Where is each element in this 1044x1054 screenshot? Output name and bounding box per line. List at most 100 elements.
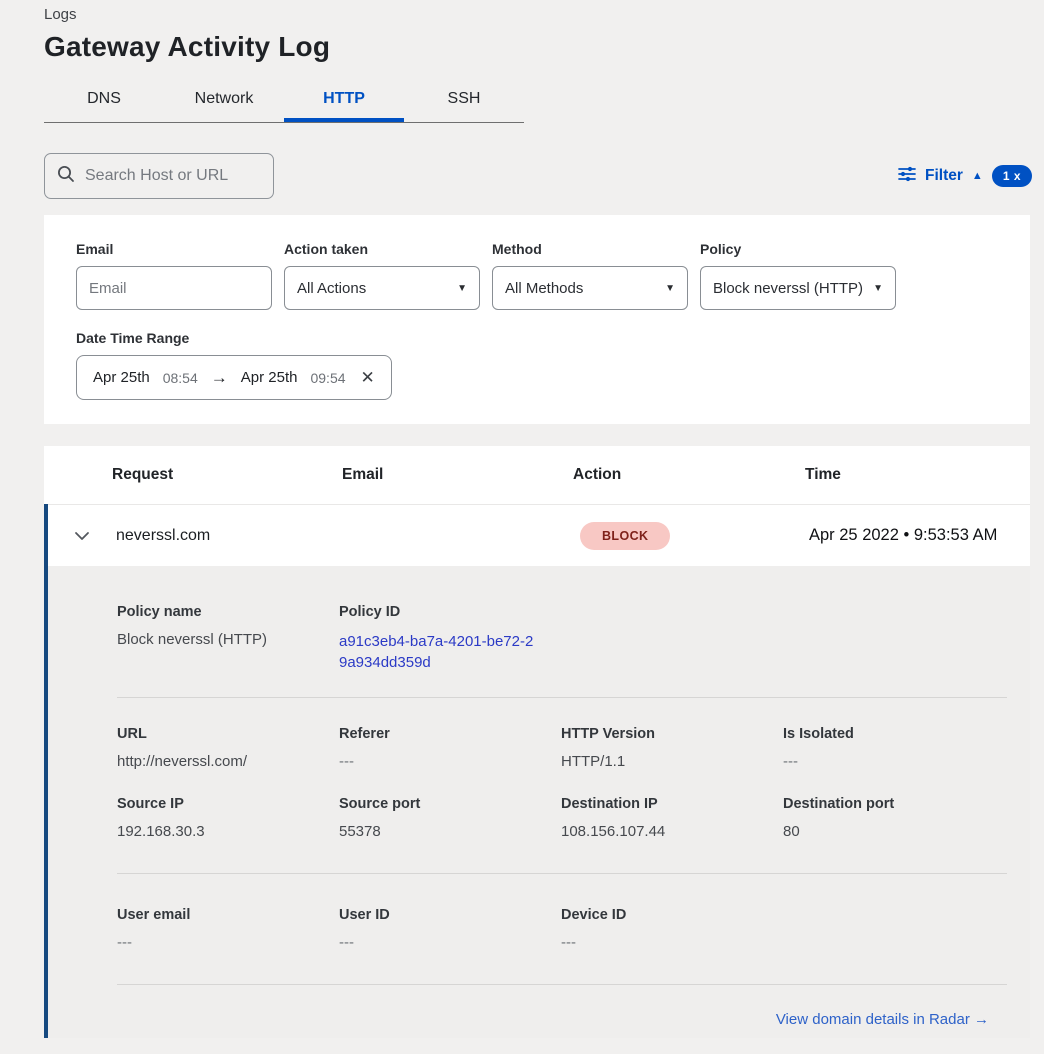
search-box[interactable]: [44, 153, 274, 199]
source-port-label: Source port: [339, 796, 561, 812]
radar-link-row: View domain details in Radar →: [117, 1011, 1007, 1029]
filter-field-action: Action taken All Actions ▼: [284, 241, 480, 310]
email-input[interactable]: [76, 266, 272, 310]
device-id-value: ---: [561, 934, 783, 951]
destination-port-value: 80: [783, 823, 1005, 840]
filter-panel: Email Action taken All Actions ▼ Method …: [44, 215, 1030, 424]
destination-port-label: Destination port: [783, 796, 1005, 812]
policy-name-cell: Policy name Block neverssl (HTTP): [117, 604, 339, 673]
section-divider: [117, 984, 1007, 985]
breadcrumb: Logs: [44, 6, 1044, 23]
referer-value: ---: [339, 753, 561, 770]
url-label: URL: [117, 726, 339, 742]
network-section: Source IP 192.168.30.3 Source port 55378…: [117, 796, 1007, 840]
destination-port-cell: Destination port 80: [783, 796, 1005, 840]
is-isolated-value: ---: [783, 753, 1005, 770]
email-label: Email: [76, 241, 272, 257]
http-version-cell: HTTP Version HTTP/1.1: [561, 726, 783, 770]
start-time[interactable]: 08:54: [163, 370, 198, 386]
destination-ip-cell: Destination IP 108.156.107.44: [561, 796, 783, 840]
section-divider: [117, 697, 1007, 698]
log-table: Request Email Action Time neverssl.com B…: [44, 446, 1030, 1038]
method-select-value: All Methods: [505, 280, 583, 297]
table-row[interactable]: neverssl.com BLOCK Apr 25 2022 • 9:53:53…: [48, 504, 1030, 566]
collapse-row-chevron-icon[interactable]: [74, 531, 90, 541]
date-range-label: Date Time Range: [76, 330, 998, 346]
destination-ip-label: Destination IP: [561, 796, 783, 812]
referer-label: Referer: [339, 726, 561, 742]
destination-ip-value: 108.156.107.44: [561, 823, 783, 840]
page-title: Gateway Activity Log: [44, 31, 1044, 63]
section-divider: [117, 873, 1007, 874]
tab-http[interactable]: HTTP: [284, 79, 404, 122]
search-icon: [57, 165, 75, 188]
column-header-request: Request: [112, 466, 342, 484]
source-port-cell: Source port 55378: [339, 796, 561, 840]
expanded-row-group: neverssl.com BLOCK Apr 25 2022 • 9:53:53…: [44, 504, 1030, 1038]
user-id-cell: User ID ---: [339, 907, 561, 951]
device-id-label: Device ID: [561, 907, 783, 923]
user-section: User email --- User ID --- Device ID ---: [117, 907, 1007, 951]
policy-id-label: Policy ID: [339, 604, 561, 620]
is-isolated-label: Is Isolated: [783, 726, 1005, 742]
method-label: Method: [492, 241, 688, 257]
user-email-value: ---: [117, 934, 339, 951]
filter-field-method: Method All Methods ▼: [492, 241, 688, 310]
page-header: Logs Gateway Activity Log: [0, 0, 1044, 63]
source-ip-label: Source IP: [117, 796, 339, 812]
end-time[interactable]: 09:54: [310, 370, 345, 386]
collapse-caret-icon[interactable]: ▲: [972, 171, 983, 182]
filter-field-policy: Policy Block neverssl (HTTP) ▼: [700, 241, 896, 310]
view-domain-radar-link[interactable]: View domain details in Radar →: [776, 1011, 989, 1028]
filter-fields-row: Email Action taken All Actions ▼ Method …: [76, 241, 998, 310]
row-action: BLOCK: [577, 522, 809, 550]
tab-ssh[interactable]: SSH: [404, 79, 524, 122]
log-type-tabs: DNS Network HTTP SSH: [44, 79, 524, 123]
policy-section: Policy name Block neverssl (HTTP) Policy…: [117, 604, 1007, 673]
http-version-value: HTTP/1.1: [561, 753, 783, 770]
column-header-time: Time: [805, 466, 1030, 484]
url-cell: URL http://neverssl.com/: [117, 726, 339, 770]
action-select[interactable]: All Actions ▼: [284, 266, 480, 310]
table-header-row: Request Email Action Time: [44, 446, 1030, 504]
referer-cell: Referer ---: [339, 726, 561, 770]
url-value: http://neverssl.com/: [117, 753, 339, 770]
row-time: Apr 25 2022 • 9:53:53 AM: [809, 526, 1030, 545]
date-range-picker[interactable]: Apr 25th 08:54 → Apr 25th 09:54 ✕: [76, 355, 392, 400]
filter-field-email: Email: [76, 241, 272, 310]
action-select-value: All Actions: [297, 280, 366, 297]
device-id-cell: Device ID ---: [561, 907, 783, 951]
policy-select[interactable]: Block neverssl (HTTP) ▼: [700, 266, 896, 310]
http-version-label: HTTP Version: [561, 726, 783, 742]
filter-count-badge[interactable]: 1 x: [992, 165, 1032, 187]
filter-toggle-button[interactable]: Filter: [925, 167, 963, 185]
filter-controls: Filter ▲ 1 x: [898, 165, 1032, 187]
policy-id-link[interactable]: a91c3eb4-ba7a-4201-be72-29a934dd359d: [339, 631, 539, 673]
tab-dns[interactable]: DNS: [44, 79, 164, 122]
search-input[interactable]: [85, 167, 292, 185]
row-details-panel: Policy name Block neverssl (HTTP) Policy…: [48, 566, 1030, 1038]
toolbar: Filter ▲ 1 x: [44, 153, 1032, 199]
method-select[interactable]: All Methods ▼: [492, 266, 688, 310]
block-status-badge: BLOCK: [580, 522, 670, 550]
http-request-section: URL http://neverssl.com/ Referer --- HTT…: [117, 726, 1007, 770]
policy-name-label: Policy name: [117, 604, 339, 620]
user-id-value: ---: [339, 934, 561, 951]
source-ip-cell: Source IP 192.168.30.3: [117, 796, 339, 840]
filter-icon: [898, 166, 916, 187]
action-taken-label: Action taken: [284, 241, 480, 257]
is-isolated-cell: Is Isolated ---: [783, 726, 1005, 770]
user-email-cell: User email ---: [117, 907, 339, 951]
tab-network[interactable]: Network: [164, 79, 284, 122]
column-header-email: Email: [342, 466, 573, 484]
source-ip-value: 192.168.30.3: [117, 823, 339, 840]
user-email-label: User email: [117, 907, 339, 923]
chevron-down-icon: ▼: [873, 283, 883, 294]
source-port-value: 55378: [339, 823, 561, 840]
start-date[interactable]: Apr 25th: [93, 369, 150, 386]
policy-id-cell: Policy ID a91c3eb4-ba7a-4201-be72-29a934…: [339, 604, 561, 673]
chevron-down-icon: ▼: [457, 283, 467, 294]
clear-date-range-icon[interactable]: ✕: [361, 368, 375, 388]
chevron-down-icon: ▼: [665, 283, 675, 294]
end-date[interactable]: Apr 25th: [241, 369, 298, 386]
